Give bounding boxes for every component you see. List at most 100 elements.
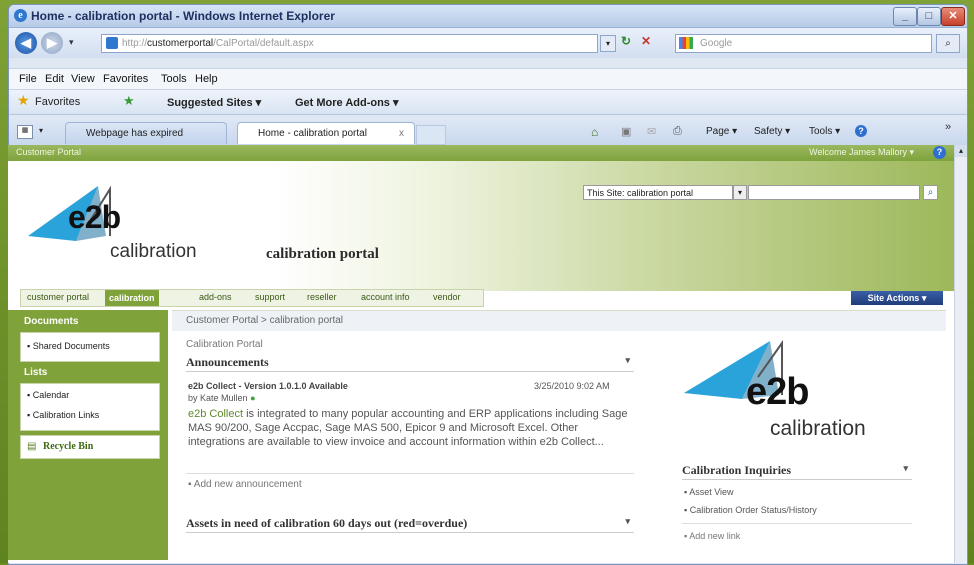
safety-menu[interactable]: Safety ▾ <box>754 126 790 137</box>
scroll-up-icon[interactable]: ▴ <box>955 145 967 157</box>
nav-calibration[interactable]: calibration <box>105 290 159 306</box>
get-addons-button[interactable]: Get More Add-ons ▾ <box>295 96 399 109</box>
add-announcement-link[interactable]: ▪ Add new announcement <box>188 479 302 490</box>
site-search-icon[interactable]: ⌕ <box>923 185 938 200</box>
tab-label: Webpage has expired <box>86 128 184 139</box>
inquiry-asset-view[interactable]: ▪ Asset View <box>684 487 734 497</box>
logo-large-text: e2b <box>746 371 809 413</box>
assets-title[interactable]: Assets in need of calibration 60 days ou… <box>186 516 467 530</box>
welcome-menu[interactable]: Welcome James Mallory ▾ <box>809 147 914 158</box>
site-actions-button[interactable]: Site Actions ▾ <box>851 291 943 305</box>
inquiry-order-status[interactable]: ▪ Calibration Order Status/History <box>684 505 817 515</box>
tab-strip: ▦ ▾ Webpage has expired Home - calibrati… <box>9 117 967 146</box>
documents-heading[interactable]: Documents <box>20 316 160 330</box>
calibration-links-link[interactable]: ▪ Calibration Links <box>27 410 99 420</box>
documents-list: ▪ Shared Documents <box>20 332 160 362</box>
webpart-menu-icon[interactable]: ▾ <box>625 355 630 366</box>
new-tab-button[interactable] <box>416 125 446 145</box>
divider <box>682 523 912 524</box>
tab-close-icon[interactable]: x <box>399 123 404 145</box>
nav-vendor[interactable]: vendor <box>433 292 461 302</box>
tab-home-calibration-portal[interactable]: Home - calibration portal x <box>237 122 415 144</box>
site-search-input[interactable] <box>748 185 920 200</box>
add-favorite-icon[interactable]: ★ <box>123 93 135 109</box>
back-button[interactable]: ◀ <box>15 32 37 54</box>
asset-view-label: Asset View <box>689 487 734 497</box>
browser-search-input[interactable]: Google <box>675 34 932 53</box>
lists-list: ▪ Calendar ▪ Calibration Links <box>20 383 160 431</box>
history-dropdown-icon[interactable]: ▾ <box>69 37 74 48</box>
menu-tools[interactable]: Tools <box>161 73 187 85</box>
close-button[interactable]: ✕ <box>941 7 965 26</box>
search-scope-select[interactable]: This Site: calibration portal <box>583 185 733 200</box>
logo-subtext: calibration <box>110 241 197 262</box>
search-go-icon[interactable]: ⌕ <box>936 34 960 53</box>
maximize-button[interactable]: □ <box>917 7 941 26</box>
e2b-collect-link[interactable]: e2b Collect <box>188 408 243 420</box>
window-title: Home - calibration portal - Windows Inte… <box>31 9 335 23</box>
nav-reseller[interactable]: reseller <box>307 292 337 302</box>
breadcrumb-root[interactable]: Customer Portal <box>186 315 258 326</box>
presence-icon: ● <box>250 393 256 403</box>
favorites-button[interactable]: Favorites <box>35 96 80 108</box>
google-icon <box>679 37 693 49</box>
portal-top-strip: Customer Portal Welcome James Mallory ▾ … <box>8 145 954 161</box>
minimize-button[interactable]: _ <box>893 7 917 26</box>
shared-documents-label: Shared Documents <box>32 341 110 351</box>
breadcrumb-current[interactable]: calibration portal <box>270 315 343 326</box>
nav-account-info[interactable]: account info <box>361 292 410 302</box>
tab-webpage-expired[interactable]: Webpage has expired <box>65 122 227 144</box>
help-icon[interactable]: ? <box>855 125 867 137</box>
tab-list-dropdown-icon[interactable]: ▾ <box>39 126 43 135</box>
forward-button[interactable]: ▶ <box>41 32 63 54</box>
calendar-label: Calendar <box>32 390 70 400</box>
announcements-heading: Announcements ▾ <box>186 355 634 372</box>
site-label[interactable]: Customer Portal <box>16 147 81 157</box>
assets-heading: Assets in need of calibration 60 days ou… <box>186 516 634 533</box>
lists-heading[interactable]: Lists <box>20 367 160 381</box>
home-icon[interactable]: ⌂ <box>591 125 598 139</box>
divider <box>186 473 634 474</box>
feeds-icon[interactable]: ▣ <box>621 125 631 138</box>
mail-icon[interactable]: ✉ <box>647 125 656 138</box>
top-nav: customer portal calibration add-ons supp… <box>20 289 484 307</box>
calibration-links-label: Calibration Links <box>32 410 100 420</box>
chevron-more-icon[interactable]: » <box>945 121 951 133</box>
menu-edit[interactable]: Edit <box>45 73 64 85</box>
menu-favorites[interactable]: Favorites <box>103 73 148 85</box>
inquiries-title[interactable]: Calibration Inquiries <box>682 463 791 477</box>
portal-help-icon[interactable]: ? <box>933 146 946 159</box>
quick-launch: Documents ▪ Shared Documents Lists ▪ Cal… <box>8 310 168 560</box>
address-bar[interactable]: http://customerportal/CalPortal/default.… <box>101 34 598 53</box>
vertical-scrollbar[interactable]: ▴ <box>954 145 967 563</box>
add-link-link[interactable]: ▪ Add new link <box>684 531 740 541</box>
address-dropdown-icon[interactable]: ▾ <box>600 35 616 52</box>
suggested-sites-button[interactable]: Suggested Sites ▾ <box>167 96 261 109</box>
inquiries-menu-icon[interactable]: ▾ <box>903 463 908 474</box>
menu-view[interactable]: View <box>71 73 95 85</box>
tools-menu[interactable]: Tools ▾ <box>809 126 840 137</box>
refresh-icon[interactable]: ↻ <box>621 34 631 48</box>
shared-documents-link[interactable]: ▪ Shared Documents <box>27 341 110 351</box>
ie-logo-icon: e <box>14 9 27 22</box>
assets-menu-icon[interactable]: ▾ <box>625 516 630 527</box>
nav-add-ons[interactable]: add-ons <box>199 292 232 302</box>
calendar-link[interactable]: ▪ Calendar <box>27 390 69 400</box>
nav-customer-portal[interactable]: customer portal <box>27 292 89 302</box>
stop-icon[interactable]: ✕ <box>641 34 651 48</box>
author-name[interactable]: by Kate Mullen <box>188 393 248 403</box>
announcements-title[interactable]: Announcements <box>186 355 269 369</box>
logo-text: e2b <box>68 199 121 235</box>
quick-tabs-icon[interactable]: ▦ <box>17 125 33 139</box>
nav-support[interactable]: support <box>255 292 285 302</box>
favorites-bar: ★ Favorites ★ Suggested Sites ▾ Get More… <box>9 90 967 115</box>
menu-help[interactable]: Help <box>195 73 218 85</box>
scope-dropdown-icon[interactable]: ▾ <box>733 185 747 200</box>
print-icon[interactable]: ⎙ <box>673 125 682 138</box>
menu-file[interactable]: File <box>19 73 37 85</box>
portal-banner: e2b calibration calibration portal This … <box>8 161 954 291</box>
page-menu[interactable]: Page ▾ <box>706 126 737 137</box>
recycle-bin-link[interactable]: Recycle Bin <box>43 441 93 452</box>
announcement-title[interactable]: e2b Collect - Version 1.0.1.0 Available <box>188 381 348 391</box>
address-path: /CalPortal/default.aspx <box>213 38 314 49</box>
